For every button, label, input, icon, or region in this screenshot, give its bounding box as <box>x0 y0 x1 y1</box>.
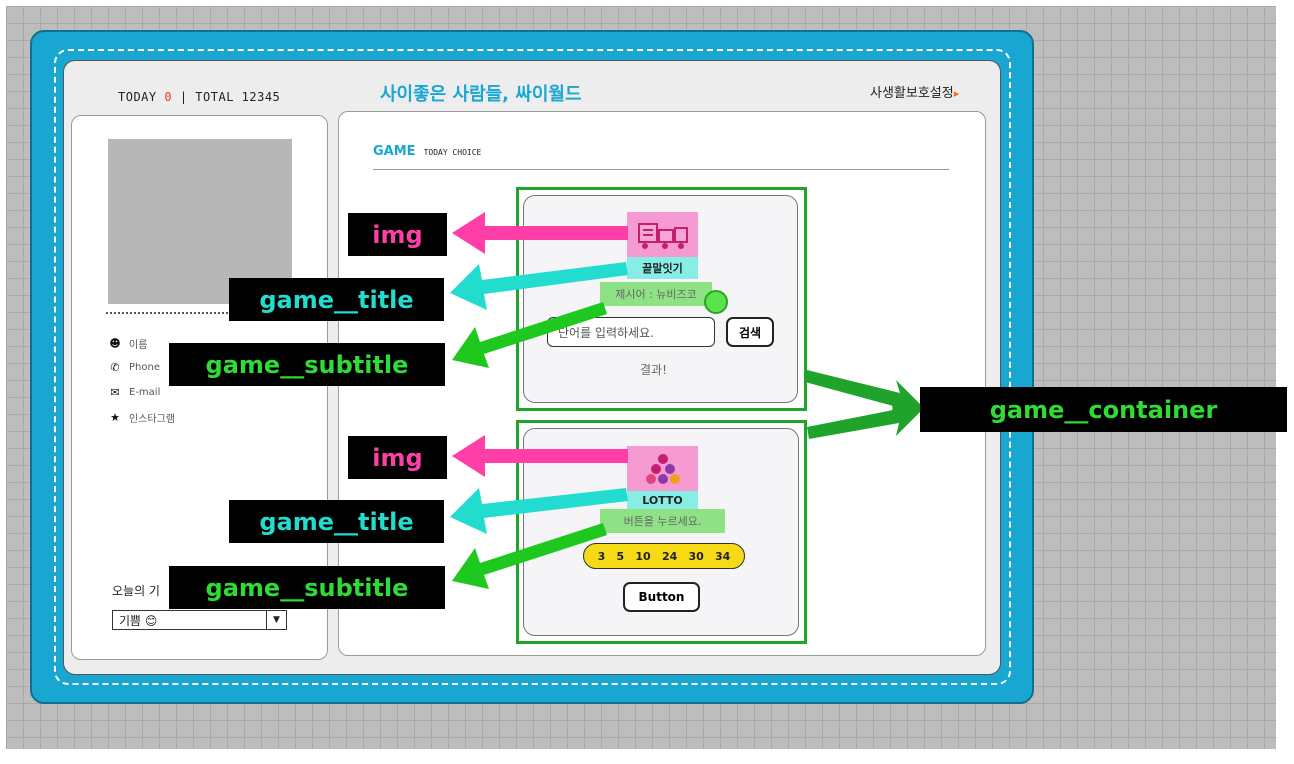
subtitle-annotation-1: game__subtitle <box>169 343 445 386</box>
lotto-balls-icon <box>645 453 680 484</box>
profile-name-row: ☻ 이름 <box>109 336 147 351</box>
train-icon <box>637 222 688 249</box>
profile-email-label: E-mail <box>129 387 161 398</box>
lotto-number: 24 <box>661 549 678 563</box>
game-section-header: GAME TODAY CHOICE <box>373 144 481 159</box>
lotto-game-subtitle: 버튼을 누르세요. <box>600 509 725 533</box>
lotto-number: 5 <box>616 549 625 563</box>
profile-instagram-row: ★ 인스타그램 <box>109 410 175 425</box>
mood-select[interactable]: 기쁨 😊 ▼ <box>112 610 287 630</box>
word-game-image <box>627 212 698 257</box>
search-button[interactable]: 검색 <box>726 317 774 347</box>
word-game-title: 끝말잇기 <box>627 257 698 279</box>
lotto-number: 34 <box>715 549 731 563</box>
lotto-draw-button[interactable]: Button <box>623 582 700 612</box>
subtitle-annotation-2: game__subtitle <box>169 566 445 609</box>
lotto-number: 30 <box>688 549 704 563</box>
phone-icon: ✆ <box>110 361 120 374</box>
today-label: TODAY <box>118 90 157 104</box>
mood-label: 오늘의 기 <box>112 584 160 598</box>
word-game-result: 결과! <box>640 363 667 377</box>
title-annotation-2: game__title <box>229 500 444 543</box>
visit-counter: TODAY 0 | TOTAL 12345 <box>118 90 280 104</box>
title-annotation-1: game__title <box>229 278 444 321</box>
privacy-label: 사생활보호설정 <box>870 86 954 101</box>
game-section-subtitle: TODAY CHOICE <box>423 148 482 157</box>
smiley-icon: ☻ <box>109 337 121 350</box>
word-game-subtitle: 제시어 : 뉴비즈코 <box>600 282 712 306</box>
star-icon: ★ <box>110 411 120 424</box>
mail-icon: ✉ <box>110 386 120 399</box>
total-count: 12345 <box>241 90 281 104</box>
total-label: TOTAL <box>195 90 234 104</box>
lotto-game-title: LOTTO <box>627 491 698 509</box>
privacy-settings-link[interactable]: 사생활보호설정▸ <box>870 82 959 101</box>
today-count: 0 <box>164 90 173 104</box>
header-divider <box>373 169 949 170</box>
mood-selected-value: 기쁨 😊 <box>119 613 158 628</box>
img-annotation-1: img <box>348 213 447 256</box>
lotto-game-image <box>627 446 698 491</box>
counter-separator: | <box>179 90 188 104</box>
arrow-right-icon: ▸ <box>953 87 960 100</box>
dropdown-caret-icon[interactable]: ▼ <box>266 611 286 629</box>
lotto-numbers: 3 5 10 24 30 34 <box>583 543 745 569</box>
profile-instagram-label: 인스타그램 <box>129 414 175 425</box>
profile-phone-row: ✆ Phone <box>109 361 160 374</box>
container-annotation: game__container <box>920 387 1287 432</box>
profile-phone-label: Phone <box>129 362 160 373</box>
site-title: 사이좋은 사람들, 싸이월드 <box>380 84 582 105</box>
profile-email-row: ✉ E-mail <box>109 386 160 399</box>
img-annotation-2: img <box>348 436 447 479</box>
word-input[interactable]: 단어를 입력하세요. <box>547 317 715 347</box>
lotto-number: 3 <box>597 549 606 563</box>
lotto-number: 10 <box>635 549 651 563</box>
game-section-title: GAME <box>373 144 416 159</box>
profile-name-label: 이름 <box>129 340 148 351</box>
mouse-cursor <box>704 290 728 314</box>
